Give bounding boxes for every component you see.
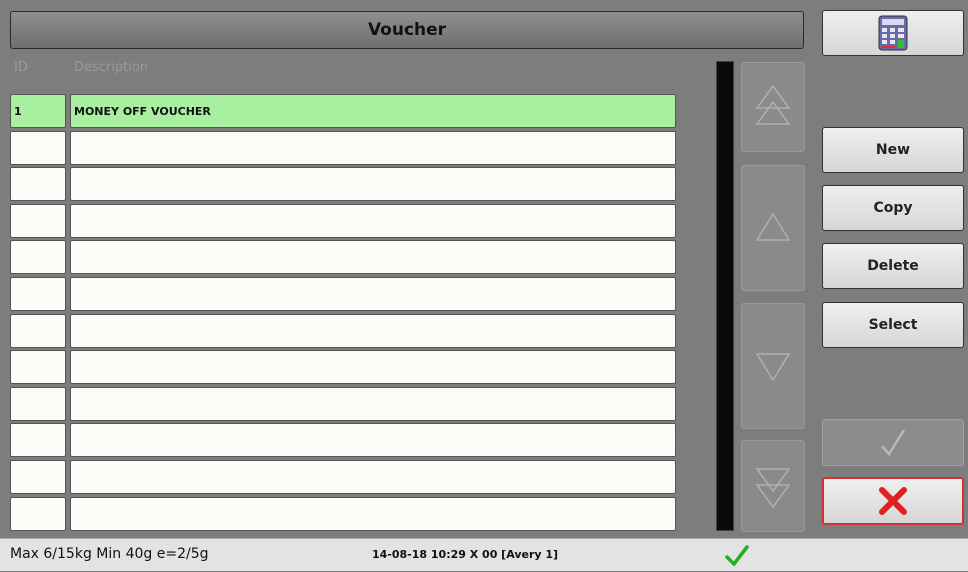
row-description-cell: MONEY OFF VOUCHER (70, 94, 676, 128)
column-header-description: Description (74, 60, 149, 75)
new-button[interactable]: New (822, 127, 964, 173)
row-id-cell (10, 459, 66, 494)
datetime-info: 14-08-18 10:29 X 00 [Avery 1] (372, 548, 559, 561)
row-description-cell (70, 130, 676, 165)
row-description-cell (70, 276, 676, 311)
title-bar: Voucher (10, 11, 804, 49)
row-id-cell (10, 203, 66, 238)
row-id-cell (10, 130, 66, 165)
table-row[interactable] (10, 203, 676, 238)
table-row[interactable] (10, 130, 676, 165)
table-row[interactable] (10, 496, 676, 531)
voucher-table: 1 MONEY OFF VOUCHER (10, 94, 676, 533)
row-description-cell (70, 459, 676, 494)
page-up-button[interactable] (741, 62, 805, 152)
row-description-cell (70, 240, 676, 275)
row-id-cell (10, 496, 66, 531)
green-check-icon (724, 544, 750, 572)
table-row[interactable] (10, 350, 676, 385)
row-id-cell (10, 423, 66, 458)
status-bar: Max 6/15kg Min 40g e=2/5g 14-08-18 10:29… (0, 538, 968, 571)
row-description-cell (70, 167, 676, 202)
select-button[interactable]: Select (822, 302, 964, 348)
scroll-up-button[interactable] (741, 165, 805, 291)
row-description-cell (70, 423, 676, 458)
scrollbar-track[interactable] (716, 61, 734, 531)
row-description-cell (70, 496, 676, 531)
row-description-cell (70, 203, 676, 238)
delete-button[interactable]: Delete (822, 243, 964, 289)
keypad-icon (878, 15, 908, 51)
row-id-cell (10, 350, 66, 385)
check-icon (881, 428, 906, 456)
table-row[interactable] (10, 276, 676, 311)
row-id-cell (10, 276, 66, 311)
row-id-cell: 1 (10, 94, 66, 128)
row-id-cell (10, 386, 66, 421)
table-row[interactable] (10, 386, 676, 421)
table-row[interactable] (10, 313, 676, 348)
double-up-arrow-icon (755, 84, 791, 125)
confirm-button[interactable] (822, 419, 964, 466)
column-header-id: ID (14, 60, 28, 75)
table-row[interactable]: 1 MONEY OFF VOUCHER (10, 94, 676, 128)
table-row[interactable] (10, 423, 676, 458)
double-down-arrow-icon (755, 468, 791, 509)
scroll-down-button[interactable] (741, 303, 805, 429)
cancel-button[interactable] (822, 477, 964, 525)
table-row[interactable] (10, 167, 676, 202)
page-down-button[interactable] (741, 440, 805, 532)
row-description-cell (70, 386, 676, 421)
copy-button[interactable]: Copy (822, 185, 964, 231)
row-description-cell (70, 350, 676, 385)
row-id-cell (10, 167, 66, 202)
up-arrow-icon (755, 212, 791, 241)
row-description-cell (70, 313, 676, 348)
row-id-cell (10, 240, 66, 275)
scale-info: Max 6/15kg Min 40g e=2/5g (10, 546, 209, 562)
page-title: Voucher (367, 20, 447, 40)
row-id-cell (10, 313, 66, 348)
table-row[interactable] (10, 459, 676, 494)
keypad-button[interactable] (822, 10, 964, 56)
close-icon (879, 487, 907, 515)
down-arrow-icon (755, 353, 791, 382)
table-row[interactable] (10, 240, 676, 275)
